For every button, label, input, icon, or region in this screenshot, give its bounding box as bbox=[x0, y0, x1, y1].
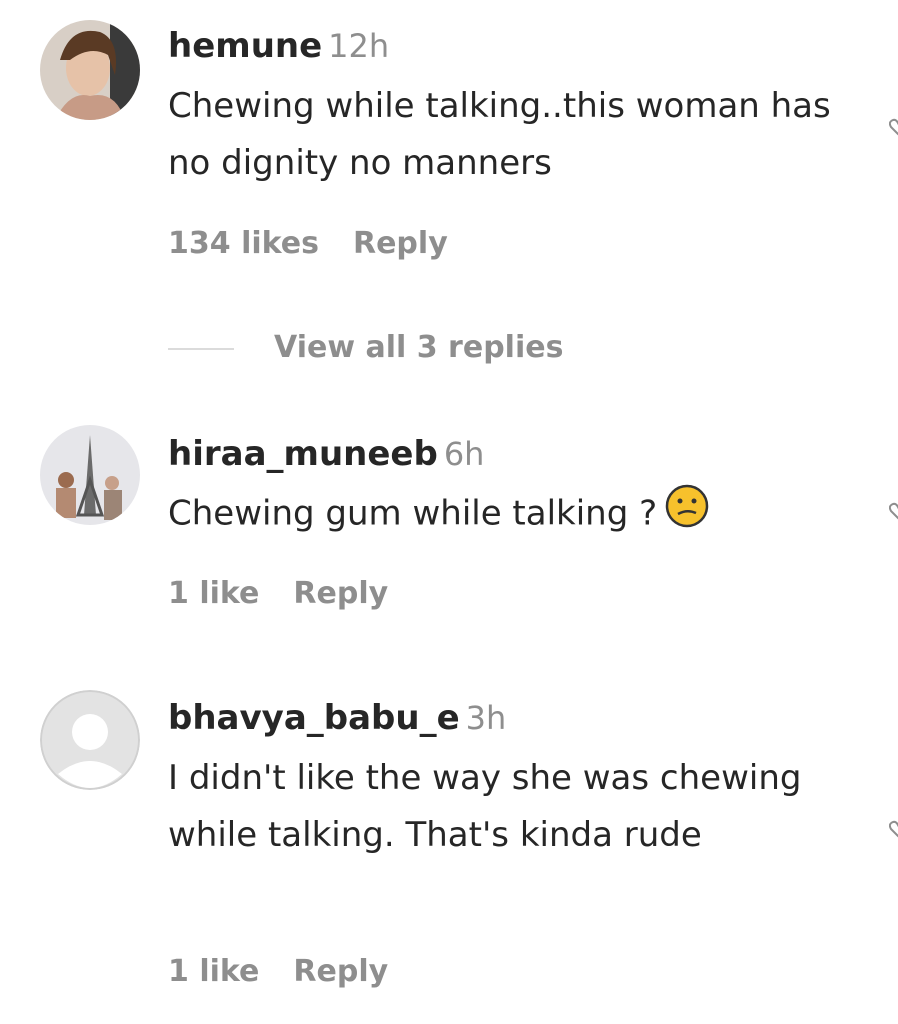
user-photo-avatar[interactable] bbox=[40, 20, 140, 120]
view-replies-label: View all 3 replies bbox=[274, 330, 564, 365]
heart-icon[interactable] bbox=[889, 820, 898, 838]
comment-item: bhavya_babu_e 3h I didn't like the way sh… bbox=[0, 680, 898, 1024]
view-replies-button[interactable]: View all 3 replies bbox=[168, 330, 563, 365]
comment-text: Chewing while talking..this woman has no… bbox=[168, 86, 831, 183]
eiffel-tower-photo-avatar[interactable] bbox=[40, 425, 140, 525]
comment-text-row: Chewing gum while talking ? bbox=[168, 484, 858, 546]
username[interactable]: hiraa_muneeb bbox=[168, 434, 438, 474]
timestamp[interactable]: 6h bbox=[444, 435, 485, 473]
timestamp[interactable]: 3h bbox=[466, 699, 507, 737]
comment-item: hemune 12h Chewing while talking..this wo… bbox=[0, 0, 898, 420]
default-avatar[interactable] bbox=[40, 690, 140, 790]
reply-button[interactable]: Reply bbox=[353, 226, 448, 261]
comment-item: hiraa_muneeb 6h Chewing gum while talking… bbox=[0, 420, 898, 680]
reply-button[interactable]: Reply bbox=[293, 954, 388, 989]
comment-text: I didn't like the way she was chewing wh… bbox=[168, 758, 802, 855]
like-count[interactable]: 1 like bbox=[168, 954, 259, 989]
username[interactable]: hemune bbox=[168, 26, 322, 66]
divider-line bbox=[168, 347, 234, 350]
like-count[interactable]: 134 likes bbox=[168, 226, 319, 261]
username[interactable]: bhavya_babu_e bbox=[168, 698, 460, 738]
comment-text: Chewing gum while talking ? bbox=[168, 493, 658, 534]
reply-button[interactable]: Reply bbox=[293, 576, 388, 611]
confused-face-emoji bbox=[665, 484, 709, 546]
heart-icon[interactable] bbox=[889, 118, 898, 136]
heart-icon[interactable] bbox=[889, 502, 898, 520]
like-count[interactable]: 1 like bbox=[168, 576, 259, 611]
timestamp[interactable]: 12h bbox=[328, 27, 389, 65]
